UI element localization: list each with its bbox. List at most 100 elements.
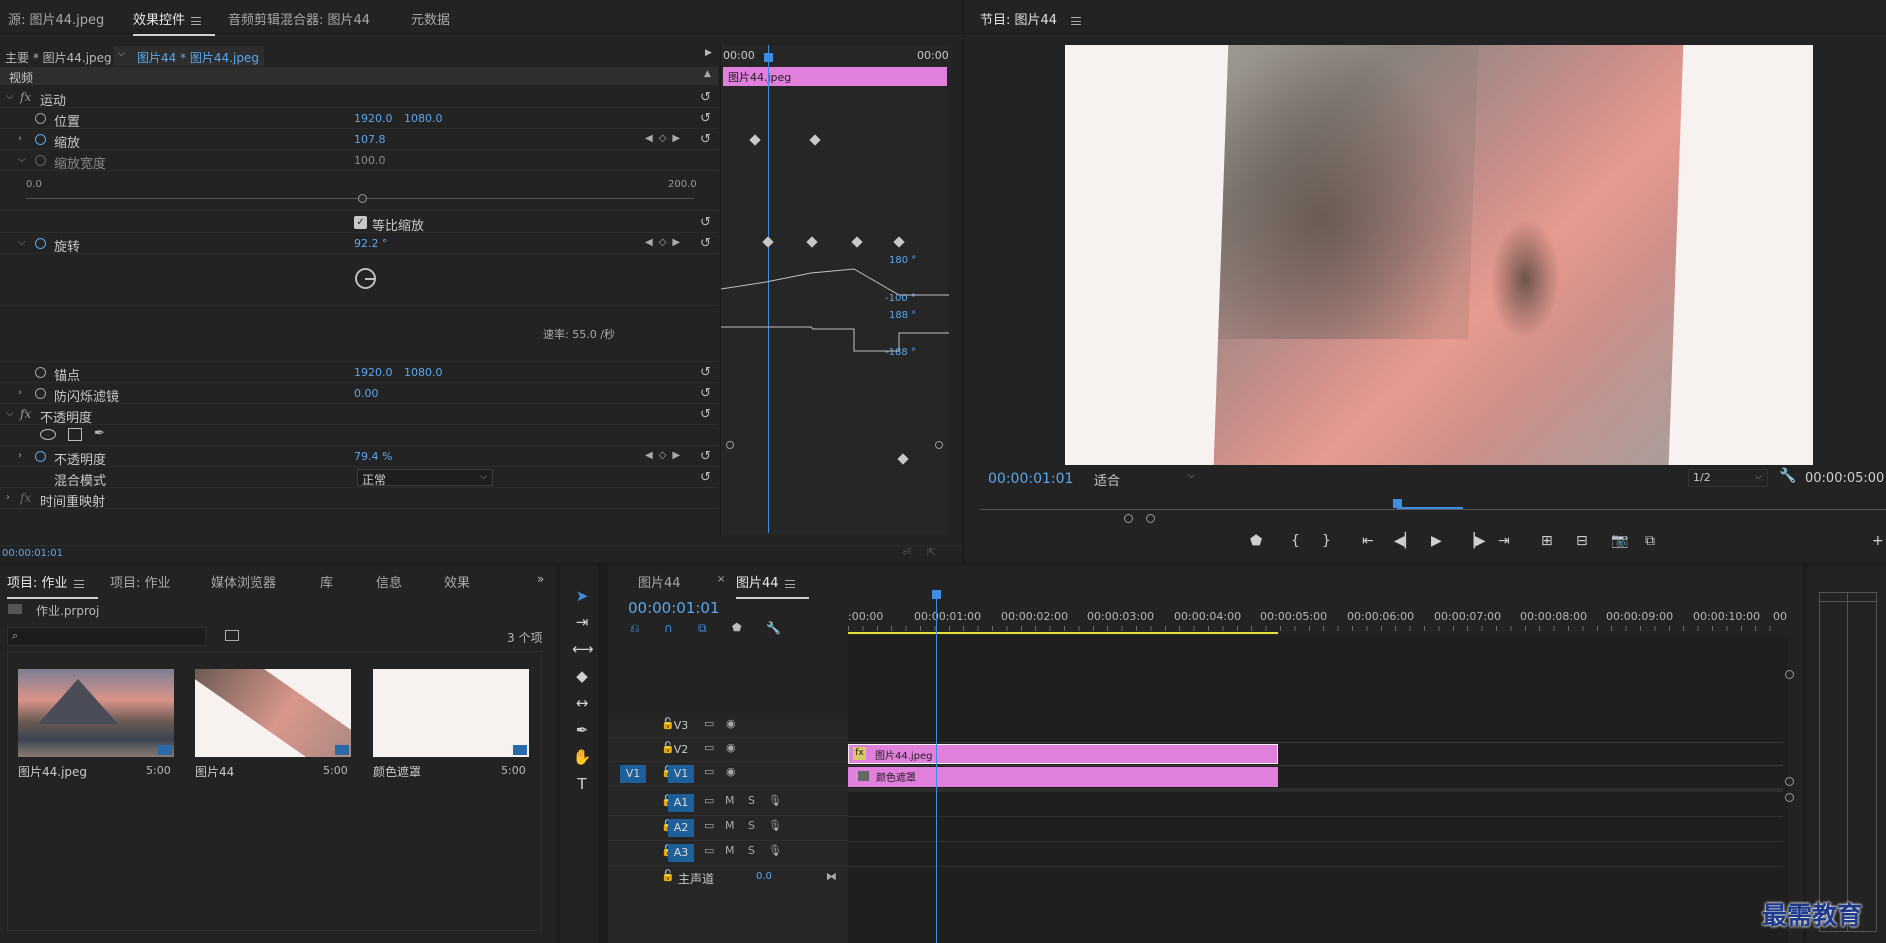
scale-keyframe-2[interactable] xyxy=(809,134,821,146)
go-to-out-icon[interactable]: ⇥ xyxy=(1498,533,1510,549)
zoom-handle-left[interactable] xyxy=(1124,514,1133,523)
mini-playhead-handle[interactable] xyxy=(764,53,773,62)
ripple-edit-tool-icon[interactable]: ⟷ xyxy=(572,639,594,659)
play-icon[interactable]: ▶ xyxy=(1431,533,1442,549)
reset-icon[interactable]: ↺ xyxy=(700,386,711,401)
tab-sequence-inactive[interactable]: 图片44 xyxy=(638,572,681,591)
program-timecode[interactable]: 00:00:01:01 xyxy=(988,471,1073,487)
sync-lock-icon[interactable]: ▭ xyxy=(704,765,714,778)
razor-tool-icon[interactable]: ◆ xyxy=(572,666,592,686)
mic-icon[interactable]: 🎙 xyxy=(768,819,782,832)
mic-icon[interactable]: 🎙 xyxy=(768,794,782,807)
filter-icon[interactable]: ⏎ xyxy=(902,546,911,559)
rotation-keyframe-3[interactable] xyxy=(851,236,863,248)
lift-icon[interactable]: ⊞ xyxy=(1541,533,1553,549)
mark-in-icon[interactable]: { xyxy=(1291,533,1300,549)
tab-media-browser[interactable]: 媒体浏览器 xyxy=(211,572,276,591)
rotation-value[interactable]: 92.2 ° xyxy=(354,237,388,250)
solo-button[interactable]: S xyxy=(748,819,755,832)
v-scroll-handle-low[interactable] xyxy=(1785,793,1794,802)
add-marker-icon[interactable]: ⬟ xyxy=(732,621,742,634)
stopwatch-active-icon[interactable] xyxy=(35,238,46,249)
stopwatch-icon[interactable] xyxy=(35,388,46,399)
bin-icon[interactable] xyxy=(225,630,239,641)
wrench-icon[interactable]: 🔧 xyxy=(1779,468,1796,484)
timeline-playhead[interactable] xyxy=(936,596,937,943)
mic-icon[interactable]: 🎙 xyxy=(768,844,782,857)
sync-lock-icon[interactable]: ▭ xyxy=(704,844,714,857)
pen-tool-icon[interactable]: ✒ xyxy=(572,720,592,740)
selection-tool-icon[interactable]: ➤ xyxy=(572,586,592,606)
expand-chevron-icon[interactable]: ⌵ xyxy=(6,408,14,419)
keyframe-nav-icon[interactable]: ◀◇▶ xyxy=(645,450,686,461)
extract-icon[interactable]: ⊟ xyxy=(1576,533,1588,549)
tab-effect-controls[interactable]: 效果控件 xyxy=(133,9,216,36)
compare-icon[interactable]: ⧉ xyxy=(1645,533,1655,549)
effect-timecode[interactable]: 00:00:01:01 xyxy=(2,548,63,559)
eye-icon[interactable]: ◉ xyxy=(726,717,736,730)
reset-icon[interactable]: ↺ xyxy=(700,407,711,422)
stopwatch-active-icon[interactable] xyxy=(35,134,46,145)
track-label-v3[interactable]: V3 xyxy=(668,717,694,735)
keyframe-nav-icon[interactable]: ◀◇▶ xyxy=(645,237,686,248)
ellipse-mask-icon[interactable] xyxy=(40,429,56,440)
clip-v1[interactable]: 颜色遮罩 xyxy=(848,767,1278,787)
timeline-settings-icon[interactable]: 🔧 xyxy=(766,621,781,635)
sync-lock-icon[interactable]: ▭ xyxy=(704,819,714,832)
blend-mode-select[interactable]: 正常 ⌵ xyxy=(357,469,493,487)
antiflicker-value[interactable]: 0.00 xyxy=(354,387,379,400)
panel-menu-icon[interactable] xyxy=(191,16,202,25)
track-label-a3[interactable]: A3 xyxy=(668,844,694,862)
rectangle-mask-icon[interactable] xyxy=(68,428,82,441)
stopwatch-icon[interactable] xyxy=(35,113,46,124)
reset-icon[interactable]: ↺ xyxy=(700,90,711,105)
expand-chevron-icon[interactable]: › xyxy=(18,133,22,144)
type-tool-icon[interactable]: T xyxy=(572,774,592,794)
play-only-icon[interactable]: ▶ xyxy=(705,48,712,58)
camera-icon[interactable]: 📷 xyxy=(1611,533,1628,549)
eye-icon[interactable]: ◉ xyxy=(726,765,736,778)
expand-chevron-icon[interactable]: ⌵ xyxy=(18,237,26,248)
project-item-2[interactable]: 图片44 5:00 xyxy=(195,669,351,779)
tab-info[interactable]: 信息 xyxy=(376,572,402,591)
add-button-icon[interactable]: + xyxy=(1872,533,1884,549)
rotation-dial[interactable] xyxy=(355,268,376,289)
lock-icon[interactable]: 🔓 xyxy=(661,869,675,882)
pen-mask-icon[interactable]: ✒ xyxy=(94,426,105,441)
project-item-3[interactable]: 颜色遮罩 5:00 xyxy=(373,669,529,779)
track-label-a1[interactable]: A1 xyxy=(668,794,694,812)
panel-menu-icon[interactable] xyxy=(73,579,84,588)
mini-scroll-left[interactable] xyxy=(726,441,734,449)
expand-chevron-icon[interactable]: ⌵ xyxy=(18,154,26,165)
opacity-value[interactable]: 79.4 % xyxy=(354,450,392,463)
slider-handle[interactable] xyxy=(358,194,367,203)
expand-chevron-icon[interactable]: › xyxy=(6,492,10,503)
anchor-y-value[interactable]: 1080.0 xyxy=(404,366,443,379)
tab-audio-mixer[interactable]: 音频剪辑混合器: 图片44 xyxy=(228,9,370,28)
tab-libraries[interactable]: 库 xyxy=(320,572,333,591)
more-tabs-icon[interactable]: » xyxy=(537,572,544,586)
track-label-v1[interactable]: V1 xyxy=(668,765,694,783)
track-label-v2[interactable]: V2 xyxy=(668,741,694,759)
project-item-1[interactable]: 图片44.jpeg 5:00 xyxy=(18,669,174,779)
anchor-x-value[interactable]: 1920.0 xyxy=(354,366,393,379)
position-y-value[interactable]: 1080.0 xyxy=(404,112,443,125)
mute-button[interactable]: M xyxy=(725,844,735,857)
source-patch-v1[interactable]: V1 xyxy=(620,765,646,783)
expand-chevron-icon[interactable]: › xyxy=(18,450,22,461)
reset-icon[interactable]: ↺ xyxy=(700,236,711,251)
go-to-in-icon[interactable]: ⇤ xyxy=(1362,533,1374,549)
panel-menu-icon[interactable] xyxy=(1071,16,1082,25)
rotation-keyframe-4[interactable] xyxy=(893,236,905,248)
eye-icon[interactable]: ◉ xyxy=(726,741,736,754)
tab-source[interactable]: 源: 图片44.jpeg xyxy=(8,9,104,28)
hand-tool-icon[interactable]: ✋ xyxy=(572,747,592,767)
sync-lock-icon[interactable]: ▭ xyxy=(704,717,714,730)
reset-icon[interactable]: ↺ xyxy=(700,365,711,380)
position-x-value[interactable]: 1920.0 xyxy=(354,112,393,125)
nest-toggle-icon[interactable]: ⎌ xyxy=(630,621,640,636)
v-scroll-handle-mid[interactable] xyxy=(1785,777,1794,786)
rotation-keyframe-1[interactable] xyxy=(762,236,774,248)
timeline-playhead-handle[interactable] xyxy=(932,590,941,599)
tab-effects[interactable]: 效果 xyxy=(444,572,470,591)
